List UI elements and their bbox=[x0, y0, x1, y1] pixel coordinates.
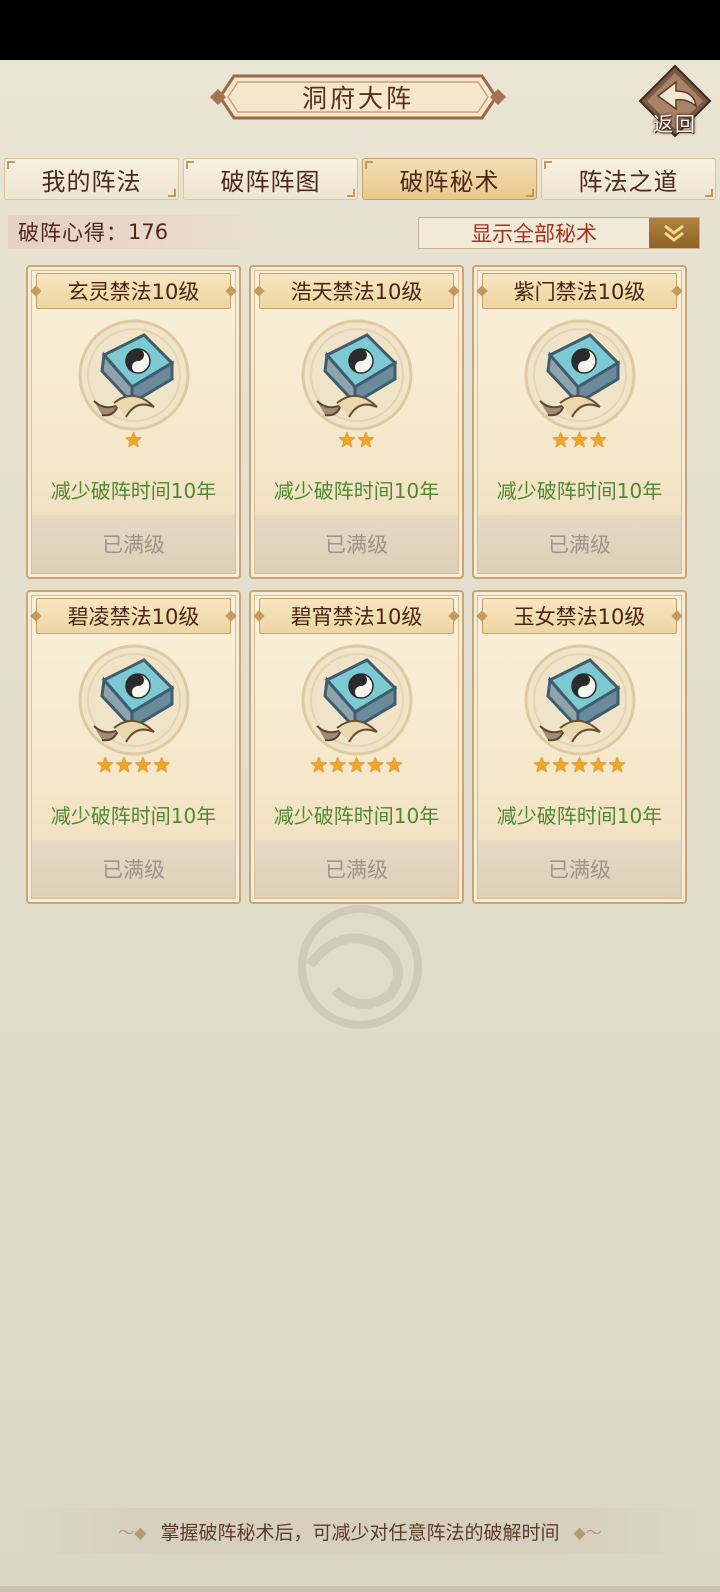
star-icon: ★ bbox=[607, 753, 627, 777]
system-status-bar bbox=[0, 0, 720, 60]
secret-art-card[interactable]: 紫门禁法10级 ★ ★ ★ 减少破阵时间10年 已满级 bbox=[472, 265, 687, 579]
taiji-book-icon bbox=[520, 642, 640, 762]
break-points-value: 176 bbox=[128, 220, 169, 244]
star-icon: ★ bbox=[384, 753, 404, 777]
card-effect: 减少破阵时间10年 bbox=[273, 804, 440, 828]
tab-label: 破阵秘术 bbox=[399, 167, 500, 196]
card-title: 玉女禁法10级 bbox=[482, 598, 677, 634]
star-icon: ★ bbox=[532, 753, 552, 777]
star-rating: ★ ★ ★ ★ ★ bbox=[474, 754, 685, 776]
tab-my-formations[interactable]: 我的阵法 bbox=[4, 158, 179, 200]
star-icon: ★ bbox=[337, 428, 357, 452]
card-effect: 减少破阵时间10年 bbox=[50, 804, 217, 828]
break-points-label: 破阵心得： bbox=[18, 221, 128, 245]
secret-art-card[interactable]: 浩天禁法10级 ★ ★ 减少破阵时间10年已满级 bbox=[249, 265, 464, 579]
taiji-book-icon bbox=[520, 317, 640, 437]
star-rating: ★ ★ bbox=[251, 429, 462, 451]
star-icon: ★ bbox=[347, 753, 366, 777]
filter-dropdown[interactable]: 显示全部秘术 bbox=[418, 217, 700, 249]
star-rating: ★ bbox=[28, 429, 239, 451]
card-title: 碧宵禁法10级 bbox=[259, 598, 454, 634]
page-title: 洞府大阵 bbox=[301, 84, 414, 113]
footer-hint: 掌握破阵秘术后，可减少对任意阵法的破解时间 bbox=[160, 1521, 560, 1544]
card-effect: 减少破阵时间10年 bbox=[50, 479, 217, 503]
card-effect: 减少破阵时间10年 bbox=[496, 804, 663, 828]
card-title: 浩天禁法10级 bbox=[259, 273, 454, 309]
taiji-book-icon bbox=[74, 317, 194, 437]
star-icon: ★ bbox=[133, 753, 153, 777]
card-status: 已满级 bbox=[32, 515, 235, 573]
star-icon: ★ bbox=[124, 428, 143, 452]
star-icon: ★ bbox=[588, 753, 608, 777]
star-rating: ★ ★ ★ ★ bbox=[28, 754, 239, 776]
title-plate: 洞府大阵 bbox=[210, 72, 506, 122]
star-icon: ★ bbox=[588, 428, 608, 452]
secret-art-card[interactable]: 玉女禁法10级 ★ ★ ★ ★ ★ 减少破阵时间10年 已满级 bbox=[472, 590, 687, 904]
star-icon: ★ bbox=[570, 428, 589, 452]
star-rating: ★ ★ ★ ★ ★ bbox=[251, 754, 462, 776]
star-icon: ★ bbox=[365, 753, 385, 777]
secret-art-card[interactable]: 碧宵禁法10级 ★ ★ ★ ★ ★ 减少破阵时间10年 已满级 bbox=[249, 590, 464, 904]
star-icon: ★ bbox=[328, 753, 348, 777]
tab-label: 我的阵法 bbox=[41, 167, 142, 196]
star-rating: ★ ★ ★ bbox=[474, 429, 685, 451]
chevron-double-down-icon bbox=[649, 218, 699, 248]
card-title: 碧凌禁法10级 bbox=[36, 598, 231, 634]
cloud-watermark bbox=[298, 905, 422, 1029]
star-icon: ★ bbox=[114, 753, 134, 777]
star-icon: ★ bbox=[570, 753, 589, 777]
secret-art-card[interactable]: 玄灵禁法10级 ★ 减少破阵时间10年已满级 bbox=[26, 265, 241, 579]
break-points-display: 破阵心得： 176 bbox=[8, 215, 280, 249]
star-icon: ★ bbox=[309, 753, 329, 777]
filter-selected-value: 显示全部秘术 bbox=[471, 222, 597, 246]
card-title: 紫门禁法10级 bbox=[482, 273, 677, 309]
tab-break-secret-arts[interactable]: 破阵秘术 bbox=[362, 158, 537, 200]
taiji-book-icon bbox=[297, 642, 417, 762]
star-icon: ★ bbox=[152, 753, 172, 777]
tab-break-diagram[interactable]: 破阵阵图 bbox=[183, 158, 358, 200]
star-icon: ★ bbox=[95, 753, 115, 777]
card-status: 已满级 bbox=[478, 840, 681, 898]
card-status: 已满级 bbox=[255, 515, 458, 573]
taiji-book-icon bbox=[74, 642, 194, 762]
star-icon: ★ bbox=[551, 753, 571, 777]
card-effect: 减少破阵时间10年 bbox=[496, 479, 663, 503]
card-status: 已满级 bbox=[255, 840, 458, 898]
secret-art-card[interactable]: 碧凌禁法10级 ★ ★ ★ ★ 减少破阵时间10年 已满级 bbox=[26, 590, 241, 904]
cloud-ornament-icon: ～◆ bbox=[118, 1523, 147, 1542]
card-title: 玄灵禁法10级 bbox=[36, 273, 231, 309]
tab-label: 破阵阵图 bbox=[220, 167, 321, 196]
tab-formation-way[interactable]: 阵法之道 bbox=[541, 158, 716, 200]
cloud-ornament-icon: ◆～ bbox=[573, 1523, 602, 1542]
navigation-bar bbox=[0, 1586, 720, 1592]
taiji-book-icon bbox=[297, 317, 417, 437]
footer-hint-bar: ～◆ 掌握破阵秘术后，可减少对任意阵法的破解时间 ◆～ bbox=[18, 1508, 702, 1554]
tab-label: 阵法之道 bbox=[578, 167, 679, 196]
card-status: 已满级 bbox=[478, 515, 681, 573]
card-effect: 减少破阵时间10年 bbox=[273, 479, 440, 503]
star-icon: ★ bbox=[356, 428, 376, 452]
card-status: 已满级 bbox=[32, 840, 235, 898]
star-icon: ★ bbox=[551, 428, 571, 452]
back-label: 返回 bbox=[653, 112, 697, 136]
back-button[interactable]: 返回 bbox=[636, 64, 714, 140]
tab-bar: 我的阵法 破阵阵图 破阵秘术 阵法之道 bbox=[4, 158, 716, 200]
